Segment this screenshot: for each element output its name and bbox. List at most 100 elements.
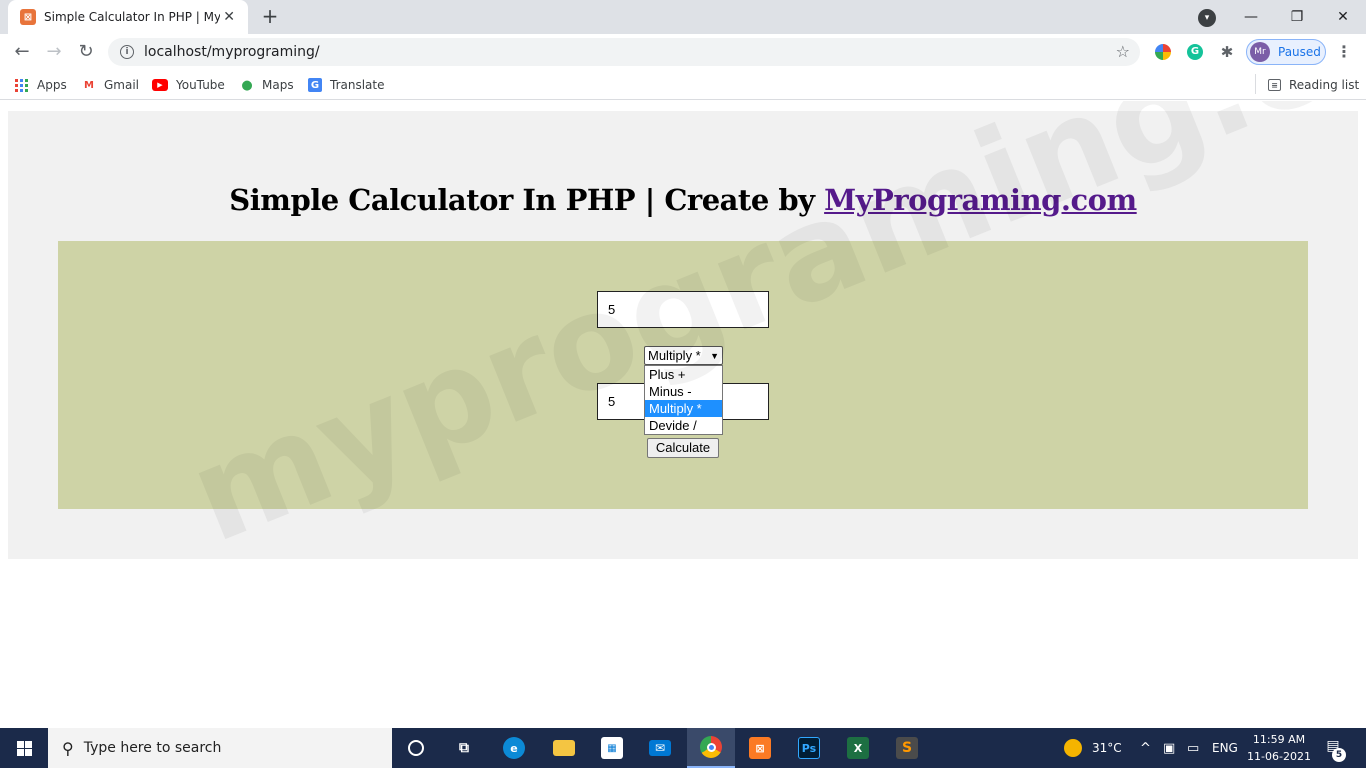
page-title: Simple Calculator In PHP | Create by MyP… [8, 183, 1358, 217]
bookmark-label: YouTube [176, 78, 225, 92]
clock-time: 11:59 AM [1252, 733, 1306, 746]
avatar: Mr [1250, 42, 1270, 62]
operator-dropdown-list: Plus + Minus - Multiply * Devide / [644, 365, 723, 435]
weather-temperature: 31°C [1092, 741, 1122, 755]
apps-grid-icon [15, 78, 28, 92]
taskbar-sublime[interactable]: S [883, 728, 931, 768]
bookmark-label: Maps [262, 78, 294, 92]
bookmark-maps[interactable]: ● Maps [240, 76, 294, 94]
chrome-icon [700, 736, 722, 758]
profile-button[interactable]: Mr Paused [1246, 39, 1326, 65]
calculator-form: 5 Multiply * ▼ 5 Plus + Minus - Multiply… [58, 241, 1308, 509]
reading-list-button[interactable]: ≡ Reading list [1268, 76, 1359, 94]
taskbar-search-box[interactable]: ⚲ Type here to search [48, 728, 392, 768]
task-view-icon: ⧉ [459, 740, 469, 756]
window-close-icon[interactable]: ✕ [1320, 0, 1366, 34]
address-bar[interactable]: i localhost/myprograming/ ☆ [108, 38, 1140, 66]
bookmark-youtube[interactable]: ▶ YouTube [152, 76, 225, 94]
restore-icon[interactable]: ❐ [1274, 0, 1320, 34]
gmail-icon: M [84, 79, 94, 91]
tab-title: Simple Calculator In PHP | MyPro [44, 10, 221, 24]
store-bag-icon: ▦ [601, 737, 623, 759]
taskbar-chrome[interactable] [687, 728, 735, 768]
browser-toolbar: ← → ↻ i localhost/myprograming/ ☆ G ✱ Mr… [0, 34, 1366, 70]
notification-badge: 5 [1332, 748, 1346, 762]
tray-overflow-chevron-icon[interactable]: ^ [1140, 728, 1151, 768]
weather-widget[interactable]: 31°C [1064, 728, 1122, 768]
bookmark-label: Translate [330, 78, 385, 92]
weather-sun-icon [1064, 739, 1082, 757]
maps-pin-icon: ● [241, 77, 253, 93]
youtube-icon: ▶ [152, 79, 168, 91]
start-button[interactable] [0, 728, 48, 768]
taskbar-photoshop[interactable]: Ps [785, 728, 833, 768]
calculate-button[interactable]: Calculate [647, 438, 719, 458]
bookmark-star-icon[interactable]: ☆ [1116, 42, 1130, 61]
bookmark-apps[interactable]: Apps [15, 76, 67, 94]
color-extension-icon[interactable] [1155, 44, 1171, 60]
translate-icon: G [308, 78, 322, 92]
sublime-text-icon: S [896, 737, 918, 759]
taskbar-file-explorer[interactable] [540, 728, 588, 768]
site-info-icon[interactable]: i [120, 45, 134, 59]
reading-list-label: Reading list [1289, 78, 1360, 92]
bookmarks-bar: Apps M Gmail ▶ YouTube ● Maps G Translat… [0, 70, 1366, 100]
option-minus[interactable]: Minus - [645, 383, 722, 400]
mail-icon: ✉ [649, 740, 671, 756]
excel-icon: X [847, 737, 869, 759]
display-icon[interactable]: ▭ [1187, 728, 1199, 768]
forward-arrow-icon[interactable]: → [42, 40, 66, 64]
url-text[interactable]: localhost/myprograming/ [144, 44, 320, 60]
site-link[interactable]: MyPrograming.com [824, 183, 1137, 217]
option-plus[interactable]: Plus + [645, 366, 722, 383]
language-indicator[interactable]: ENG [1212, 728, 1238, 768]
browser-tab[interactable]: ⊠ Simple Calculator In PHP | MyPro ✕ [8, 0, 248, 34]
bookmark-translate[interactable]: G Translate [308, 76, 385, 94]
search-placeholder: Type here to search [83, 740, 222, 756]
bookmark-gmail[interactable]: M Gmail [82, 76, 139, 94]
minimize-icon[interactable]: — [1228, 0, 1274, 34]
xampp-icon: ⊠ [749, 737, 771, 759]
option-divide[interactable]: Devide / [645, 417, 722, 434]
taskbar-excel[interactable]: X [834, 728, 882, 768]
windows-logo-icon [16, 740, 32, 756]
first-number-input[interactable]: 5 [597, 291, 769, 328]
taskbar-mail[interactable]: ✉ [636, 728, 684, 768]
reading-list-icon: ≡ [1268, 79, 1281, 91]
profile-status: Paused [1278, 45, 1321, 59]
photoshop-icon: Ps [798, 737, 820, 759]
edge-icon: e [503, 737, 525, 759]
title-text: Simple Calculator In PHP | Create by [229, 183, 825, 217]
reload-icon[interactable]: ↻ [74, 40, 98, 64]
close-icon[interactable]: ✕ [220, 9, 238, 25]
windows-taskbar: ⚲ Type here to search ⧉ e ▦ ✉ ⊠ Ps X S 3… [0, 728, 1366, 768]
back-arrow-icon[interactable]: ← [10, 40, 34, 64]
divider [1255, 74, 1256, 94]
calculator-container: Simple Calculator In PHP | Create by MyP… [8, 111, 1358, 559]
chevron-down-icon: ▼ [710, 350, 719, 361]
cortana-circle-icon [408, 740, 424, 756]
cortana-button[interactable] [392, 728, 440, 768]
page-viewport: Simple Calculator In PHP | Create by MyP… [0, 101, 1366, 728]
clock-date: 11-06-2021 [1247, 750, 1311, 763]
taskbar-clock[interactable]: 11:59 AM 11-06-2021 [1244, 731, 1314, 765]
operator-selected-value: Multiply * [648, 348, 701, 363]
extensions-puzzle-icon[interactable]: ✱ [1219, 44, 1235, 60]
tab-strip: ⊠ Simple Calculator In PHP | MyPro ✕ + ▾… [0, 0, 1366, 34]
taskbar-store[interactable]: ▦ [588, 728, 636, 768]
taskbar-xampp[interactable]: ⊠ [736, 728, 784, 768]
kebab-menu-icon[interactable]: ⋮ [1336, 42, 1352, 61]
task-view-button[interactable]: ⧉ [440, 728, 488, 768]
operator-select[interactable]: Multiply * ▼ [644, 346, 723, 365]
grammarly-icon[interactable]: G [1187, 44, 1203, 60]
option-multiply[interactable]: Multiply * [645, 400, 722, 417]
xampp-favicon-icon: ⊠ [20, 9, 36, 25]
search-icon: ⚲ [62, 738, 74, 758]
new-tab-plus-icon[interactable]: + [258, 5, 282, 29]
taskbar-edge[interactable]: e [490, 728, 538, 768]
tab-search-icon[interactable]: ▾ [1198, 9, 1216, 27]
folder-icon [553, 740, 575, 756]
network-icon[interactable]: ▣ [1163, 728, 1175, 768]
bookmark-label: Apps [37, 78, 67, 92]
bookmark-label: Gmail [104, 78, 140, 92]
